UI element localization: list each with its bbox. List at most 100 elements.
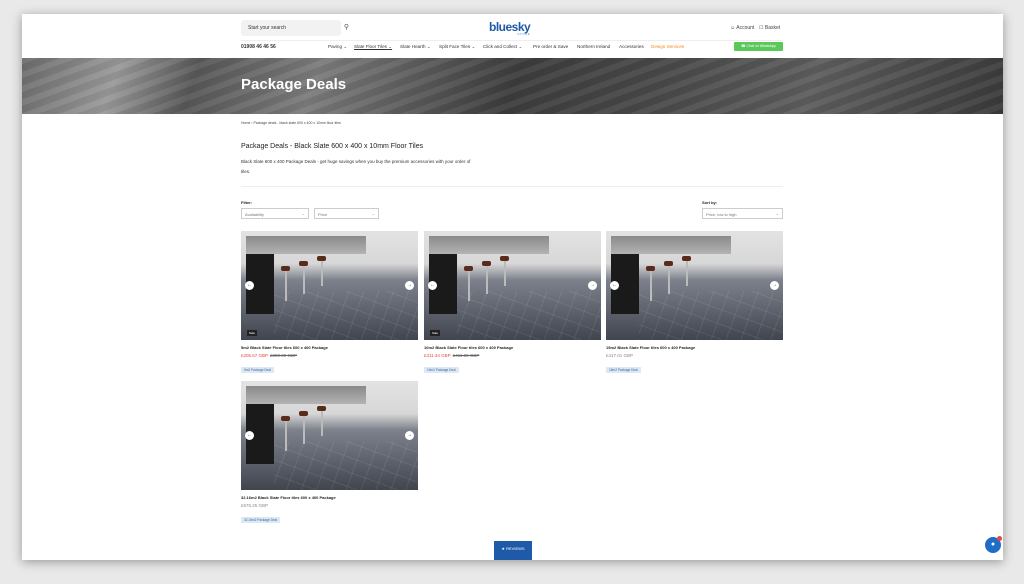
counter-shape [429, 236, 549, 254]
next-image-button[interactable]: → [770, 281, 779, 290]
breadcrumb[interactable]: Home › Package deals - black slate 600 x… [241, 121, 341, 125]
product-tag: 15m2 Package Deal [606, 367, 641, 373]
reviews-button[interactable]: ★ REVIEWS [494, 541, 532, 560]
chevron-down-icon: ⌄ [371, 211, 375, 216]
next-image-button[interactable]: → [588, 281, 597, 290]
product-card[interactable]: ← → Sale 5m2 Black Slate Floor tiles 600… [241, 231, 418, 376]
product-image[interactable]: ← → Sale [424, 231, 601, 340]
nav-label: Paving [328, 44, 343, 49]
next-image-button[interactable]: → [405, 431, 414, 440]
site-header: Start your search ⚲ bluesky STONE ☺ Acco… [22, 14, 1003, 58]
nav-item-paving[interactable]: Paving ⌄ [328, 44, 347, 50]
nav-label: Slate Floor Tiles [354, 44, 387, 49]
regular-price: £300.00 GBP [270, 353, 298, 358]
nav-item-design-services[interactable]: Design Services [651, 44, 684, 49]
prev-image-button[interactable]: ← [428, 281, 437, 290]
nav-label: Split Face Tiles [439, 44, 471, 49]
logo[interactable]: bluesky STONE [489, 20, 531, 36]
price-filter[interactable]: Price ⌄ [314, 208, 379, 219]
basket-link[interactable]: ☐ Basket [759, 25, 780, 31]
stool-leg [504, 261, 506, 286]
stool-leg [303, 416, 305, 444]
product-card[interactable]: ← → Sale 10m2 Black Slate Floor tiles 60… [424, 231, 601, 376]
notification-dot [997, 536, 1002, 541]
counter-shape [246, 386, 366, 404]
nav-item-pre-order[interactable]: Pre order & Save [533, 44, 568, 49]
search-input[interactable]: Start your search ⚲ [241, 20, 349, 36]
sort-label: Sort by: [702, 200, 718, 205]
chevron-down-icon: ⌄ [343, 44, 348, 49]
chevron-down-icon: ⌄ [426, 44, 431, 49]
account-link[interactable]: ☺ Account [730, 25, 754, 31]
product-tag: 32.16m2 Package Deal [241, 517, 281, 523]
nav-item-slate-floor-tiles[interactable]: Slate Floor Tiles ⌄ [354, 44, 392, 50]
product-tag: 5m2 Package Deal [241, 367, 274, 373]
nav-item-accessories[interactable]: Accessories [619, 44, 644, 49]
product-name[interactable]: 32.16m2 Black Slate Floor tiles 600 x 40… [241, 495, 418, 500]
counter-shape [611, 236, 731, 254]
product-price: £205.67 GBP £300.00 GBP [241, 353, 418, 358]
chevron-down-icon: ⌄ [518, 44, 523, 49]
product-price: £575.25 GBP [241, 503, 418, 508]
nav-label: Design Services [651, 44, 685, 49]
nav-item-slate-hearth[interactable]: Slate Hearth ⌄ [400, 44, 431, 50]
chat-button[interactable]: ● [985, 536, 1002, 553]
stool-leg [285, 271, 287, 301]
stool-leg [486, 266, 488, 294]
nav-label: Accessories [619, 44, 644, 49]
chevron-down-icon: ⌄ [471, 44, 476, 49]
stool-leg [303, 266, 305, 294]
prev-image-button[interactable]: ← [245, 281, 254, 290]
product-name[interactable]: 15m2 Black Slate Floor tiles 600 x 400 P… [606, 345, 783, 350]
account-label: Account [736, 25, 755, 31]
nav-label: Pre order & Save [533, 44, 569, 49]
tile-pattern [274, 441, 418, 490]
product-image[interactable]: ← → [241, 381, 418, 490]
whatsapp-button[interactable]: ☎ Chat on WhatsApp [734, 42, 783, 51]
tile-pattern [457, 291, 601, 340]
stool-leg [668, 266, 670, 294]
prev-image-button[interactable]: ← [245, 431, 254, 440]
chat-bubble-icon: ● [990, 541, 996, 548]
divider [241, 186, 783, 187]
hero-banner: Package Deals [22, 58, 1003, 114]
stool-leg [285, 421, 287, 451]
nav-item-split-face-tiles[interactable]: Split Face Tiles ⌄ [439, 44, 475, 50]
next-image-button[interactable]: → [405, 281, 414, 290]
page-title: Package Deals - Black Slate 600 x 400 x … [241, 143, 424, 150]
whatsapp-label: Chat on WhatsApp [746, 44, 776, 48]
filter-label: Filter: [241, 200, 253, 205]
chevron-down-icon: ⌄ [775, 211, 779, 216]
search-placeholder: Start your search [248, 25, 287, 31]
product-card[interactable]: ← → 32.16m2 Black Slate Floor tiles 600 … [241, 381, 418, 526]
regular-price: £411.00 GBP [452, 353, 480, 358]
sale-price: £205.67 GBP [241, 353, 269, 358]
prev-image-button[interactable]: ← [610, 281, 619, 290]
nav-item-click-and-collect[interactable]: Click and Collect ⌄ [483, 44, 522, 50]
product-image[interactable]: ← → Sale [241, 231, 418, 340]
product-image[interactable]: ← → [606, 231, 783, 340]
regular-price: £417.01 GBP [606, 353, 634, 358]
product-tag: 10m2 Package Deal [424, 367, 459, 373]
chevron-down-icon: ⌄ [301, 211, 305, 216]
availability-filter-label: Availability [245, 212, 264, 217]
phone-number[interactable]: 01908 46 46 56 [241, 44, 276, 50]
basket-label: Basket [764, 25, 781, 31]
collection-description: Black Slate 600 x 400 Package Deals - ge… [241, 159, 471, 174]
nav-label: Slate Hearth [400, 44, 426, 49]
nav-item-northern-ireland[interactable]: Northern Ireland [577, 44, 610, 49]
product-price: £311.34 GBP £411.00 GBP [424, 353, 601, 358]
product-name[interactable]: 5m2 Black Slate Floor tiles 600 x 400 Pa… [241, 345, 418, 350]
stool-leg [468, 271, 470, 301]
availability-filter[interactable]: Availability ⌄ [241, 208, 309, 219]
nav-divider [241, 40, 783, 41]
search-icon[interactable]: ⚲ [344, 23, 349, 31]
sort-select[interactable]: Price, low to high ⌄ [702, 208, 783, 219]
product-price: £417.01 GBP [606, 353, 783, 358]
stool-leg [686, 261, 688, 286]
product-name[interactable]: 10m2 Black Slate Floor tiles 600 x 400 P… [424, 345, 601, 350]
price-filter-label: Price [318, 212, 328, 217]
sale-badge: Sale [430, 330, 441, 336]
regular-price: £575.25 GBP [241, 503, 269, 508]
product-card[interactable]: ← → 15m2 Black Slate Floor tiles 600 x 4… [606, 231, 783, 376]
